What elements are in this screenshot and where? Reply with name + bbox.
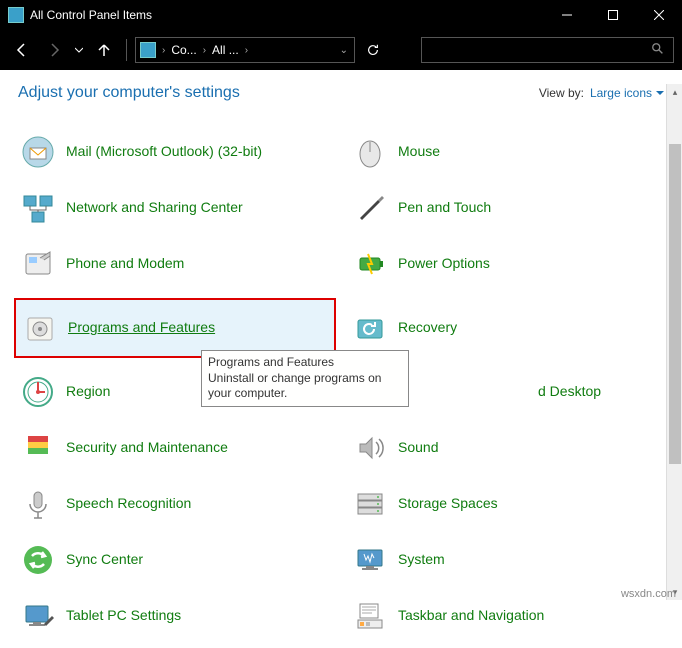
- item-speech[interactable]: Speech Recognition: [14, 482, 336, 526]
- sound-icon: [352, 430, 388, 466]
- navbar: › Co... › All ... › ⌄: [0, 30, 682, 70]
- minimize-button[interactable]: [544, 0, 590, 30]
- mouse-icon: [352, 134, 388, 170]
- item-label: System: [398, 551, 445, 569]
- recent-dropdown[interactable]: [72, 36, 86, 64]
- item-label: Tablet PC Settings: [66, 607, 181, 625]
- security-icon: [20, 430, 56, 466]
- forward-button[interactable]: [40, 36, 68, 64]
- address-dropdown[interactable]: ⌄: [338, 45, 350, 56]
- item-programs[interactable]: Programs and Features: [14, 298, 336, 358]
- chevron-right-icon[interactable]: ›: [201, 45, 208, 56]
- viewby-label: View by:: [539, 86, 584, 100]
- breadcrumb-all-items[interactable]: All ...: [208, 43, 243, 57]
- taskbar-icon: [352, 598, 388, 634]
- item-label: Power Options: [398, 255, 490, 273]
- item-tablet[interactable]: Tablet PC Settings: [14, 594, 336, 638]
- item-power[interactable]: Power Options: [346, 242, 668, 286]
- search-input[interactable]: [421, 37, 674, 63]
- breadcrumb-control-panel[interactable]: Co...: [167, 43, 200, 57]
- nav-separator: [126, 39, 127, 61]
- item-label: Pen and Touch: [398, 199, 491, 217]
- item-label: Mouse: [398, 143, 440, 161]
- item-security[interactable]: Security and Maintenance: [14, 426, 336, 470]
- page-title: Adjust your computer's settings: [18, 84, 539, 102]
- chevron-right-icon[interactable]: ›: [243, 45, 250, 56]
- back-button[interactable]: [8, 36, 36, 64]
- item-sound[interactable]: Sound: [346, 426, 668, 470]
- chevron-right-icon[interactable]: ›: [160, 45, 167, 56]
- tooltip-title: Programs and Features: [208, 355, 402, 371]
- item-sync[interactable]: Sync Center: [14, 538, 336, 582]
- power-icon: [352, 246, 388, 282]
- viewby-dropdown[interactable]: Large icons: [590, 86, 664, 100]
- pen-icon: [352, 190, 388, 226]
- item-label: Region: [66, 383, 110, 401]
- app-icon: [8, 7, 24, 23]
- close-button[interactable]: [636, 0, 682, 30]
- item-label: Programs and Features: [68, 319, 215, 337]
- titlebar: All Control Panel Items: [0, 0, 682, 30]
- item-recovery[interactable]: Recovery: [346, 298, 668, 358]
- maximize-button[interactable]: [590, 0, 636, 30]
- item-label: Mail (Microsoft Outlook) (32-bit): [66, 143, 262, 161]
- item-label: Storage Spaces: [398, 495, 498, 513]
- vertical-scrollbar[interactable]: ▴ ▾: [666, 84, 682, 600]
- item-label: Security and Maintenance: [66, 439, 228, 457]
- network-icon: [20, 190, 56, 226]
- up-button[interactable]: [90, 36, 118, 64]
- item-phone[interactable]: Phone and Modem: [14, 242, 336, 286]
- system-icon: [352, 542, 388, 578]
- cutoff-row: [0, 112, 682, 130]
- phone-icon: [20, 246, 56, 282]
- search-icon: [651, 42, 665, 59]
- tooltip: Programs and Features Uninstall or chang…: [201, 350, 409, 407]
- item-label: Sync Center: [66, 551, 143, 569]
- item-mouse[interactable]: Mouse: [346, 130, 668, 174]
- content-header: Adjust your computer's settings View by:…: [0, 70, 682, 112]
- watermark: wsxdn.com: [621, 588, 676, 600]
- storage-icon: [352, 486, 388, 522]
- item-pen[interactable]: Pen and Touch: [346, 186, 668, 230]
- item-label: Taskbar and Navigation: [398, 607, 544, 625]
- viewby-value: Large icons: [590, 86, 652, 100]
- item-mail[interactable]: Mail (Microsoft Outlook) (32-bit): [14, 130, 336, 174]
- region-icon: [20, 374, 56, 410]
- item-label: d Desktop: [538, 383, 601, 401]
- item-label: Speech Recognition: [66, 495, 191, 513]
- item-storage[interactable]: Storage Spaces: [346, 482, 668, 526]
- item-label: Sound: [398, 439, 438, 457]
- item-label: Recovery: [398, 319, 457, 337]
- item-label: Network and Sharing Center: [66, 199, 243, 217]
- sync-icon: [20, 542, 56, 578]
- mail-icon: [20, 134, 56, 170]
- window-title: All Control Panel Items: [30, 8, 544, 22]
- recovery-icon: [352, 310, 388, 346]
- address-icon: [140, 42, 156, 58]
- item-system[interactable]: System: [346, 538, 668, 582]
- address-bar[interactable]: › Co... › All ... › ⌄: [135, 37, 355, 63]
- refresh-button[interactable]: [359, 36, 387, 64]
- scroll-up-arrow[interactable]: ▴: [667, 84, 682, 100]
- tablet-icon: [20, 598, 56, 634]
- tooltip-desc: Uninstall or change programs on your com…: [208, 371, 381, 401]
- chevron-down-icon: [656, 89, 664, 97]
- item-taskbar[interactable]: Taskbar and Navigation: [346, 594, 668, 638]
- scrollbar-thumb[interactable]: [669, 144, 681, 464]
- speech-icon: [20, 486, 56, 522]
- item-label: Phone and Modem: [66, 255, 184, 273]
- programs-icon: [22, 310, 58, 346]
- item-network[interactable]: Network and Sharing Center: [14, 186, 336, 230]
